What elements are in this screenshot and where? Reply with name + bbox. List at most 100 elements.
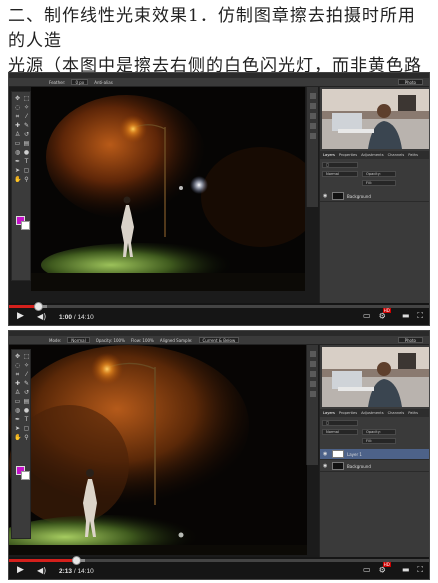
gradient-tool-icon[interactable]: ▤	[23, 140, 30, 147]
brush-tool-icon[interactable]: ✎	[23, 380, 30, 387]
opacity-field[interactable]: Opacity:	[362, 171, 396, 177]
gradient-tool-icon[interactable]: ▤	[23, 398, 30, 405]
settings-icon[interactable]: ⚙HD	[379, 308, 394, 321]
volume-icon[interactable]: ◀)	[37, 311, 46, 322]
blur-tool-icon[interactable]: ◍	[14, 407, 21, 414]
anti-alias-checkbox[interactable]: Anti-alias	[94, 80, 113, 85]
actions-panel-icon[interactable]	[309, 113, 316, 119]
tab-channels[interactable]: Channels	[388, 411, 405, 415]
aligned-sample-label[interactable]: Aligned Sample:	[160, 338, 193, 343]
mode-select[interactable]: Normal	[67, 337, 90, 343]
workspace-preset[interactable]: Photo	[397, 79, 423, 85]
path-select-icon[interactable]: ➤	[14, 425, 21, 432]
brush-tool-icon[interactable]: ✎	[23, 122, 30, 129]
type-tool-icon[interactable]: T	[23, 158, 30, 165]
tab-properties[interactable]: Properties	[339, 411, 357, 415]
fill-field[interactable]: Fill:	[362, 180, 396, 186]
volume-icon[interactable]: ◀)	[37, 565, 46, 576]
tab-channels[interactable]: Channels	[388, 153, 405, 157]
brush-panel-icon[interactable]	[309, 123, 316, 129]
visibility-eye-icon[interactable]: ◉	[323, 193, 329, 199]
layer-filter-select[interactable]: ◻	[322, 162, 358, 168]
history-panel-icon[interactable]	[309, 93, 316, 99]
tab-layers[interactable]: Layers	[323, 411, 335, 415]
wand-tool-icon[interactable]: ✧	[23, 104, 30, 111]
theater-icon[interactable]: ▬	[402, 565, 410, 574]
character-panel-icon[interactable]	[309, 133, 316, 139]
progress-bar[interactable]	[9, 302, 429, 311]
path-select-icon[interactable]: ➤	[14, 167, 21, 174]
history-brush-icon[interactable]: ↺	[23, 131, 30, 138]
visibility-eye-icon[interactable]: ◉	[323, 451, 329, 457]
hand-tool-icon[interactable]: ✋	[14, 176, 21, 183]
brush-panel-icon[interactable]	[309, 381, 316, 387]
hand-tool-icon[interactable]: ✋	[14, 434, 21, 441]
sample-select[interactable]: Current & Below	[198, 337, 240, 343]
tab-adjustments[interactable]: Adjustments	[361, 411, 384, 415]
crop-tool-icon[interactable]: ⌗	[14, 113, 21, 120]
layer-row[interactable]: ◉ Background	[320, 191, 429, 202]
lasso-tool-icon[interactable]: ◌	[14, 104, 21, 111]
document-canvas[interactable]	[9, 345, 307, 555]
type-tool-icon[interactable]: T	[23, 416, 30, 423]
eraser-tool-icon[interactable]: ▭	[14, 398, 21, 405]
progress-bar[interactable]	[9, 556, 429, 565]
eraser-tool-icon[interactable]: ▭	[14, 140, 21, 147]
feather-input[interactable]: 0 px	[71, 79, 89, 85]
wand-tool-icon[interactable]: ✧	[23, 362, 30, 369]
shape-tool-icon[interactable]: ▢	[23, 425, 30, 432]
blend-mode-select[interactable]: Normal	[322, 429, 358, 435]
move-tool-icon[interactable]: ✥	[14, 353, 21, 360]
character-panel-icon[interactable]	[309, 391, 316, 397]
scrubber-handle[interactable]	[72, 556, 82, 565]
captions-icon[interactable]: ▭	[363, 311, 371, 320]
history-brush-icon[interactable]: ↺	[23, 389, 30, 396]
background-color-swatch[interactable]	[21, 471, 30, 480]
healing-tool-icon[interactable]: ✚	[14, 122, 21, 129]
healing-tool-icon[interactable]: ✚	[14, 380, 21, 387]
visibility-eye-icon[interactable]: ◉	[323, 463, 329, 469]
info-panel-icon[interactable]	[309, 103, 316, 109]
layer-row-selected[interactable]: ◉ Layer 1	[320, 449, 429, 460]
pen-tool-icon[interactable]: ✒	[14, 158, 21, 165]
crop-tool-icon[interactable]: ⌗	[14, 371, 21, 378]
eyedropper-tool-icon[interactable]: ⁄	[23, 113, 30, 120]
actions-panel-icon[interactable]	[309, 371, 316, 377]
tab-paths[interactable]: Paths	[408, 411, 418, 415]
captions-icon[interactable]: ▭	[363, 565, 371, 574]
tab-paths[interactable]: Paths	[408, 153, 418, 157]
zoom-tool-icon[interactable]: ⚲	[23, 434, 30, 441]
scrubber-handle[interactable]	[34, 302, 44, 311]
stamp-tool-icon[interactable]: ♙	[14, 389, 21, 396]
zoom-tool-icon[interactable]: ⚲	[23, 176, 30, 183]
pen-tool-icon[interactable]: ✒	[14, 416, 21, 423]
document-canvas[interactable]	[31, 87, 305, 291]
tab-adjustments[interactable]: Adjustments	[361, 153, 384, 157]
opacity-field[interactable]: Opacity:	[362, 429, 396, 435]
fullscreen-icon[interactable]: ⛶	[417, 565, 423, 574]
marquee-tool-icon[interactable]: ⬚	[23, 353, 30, 360]
tab-layers[interactable]: Layers	[323, 153, 335, 157]
marquee-tool-icon[interactable]: ⬚	[23, 95, 30, 102]
eyedropper-tool-icon[interactable]: ⁄	[23, 371, 30, 378]
blend-mode-select[interactable]: Normal	[322, 171, 358, 177]
lasso-tool-icon[interactable]: ◌	[14, 362, 21, 369]
layer-filter-select[interactable]: ◻	[322, 420, 358, 426]
fullscreen-icon[interactable]: ⛶	[417, 311, 423, 320]
workspace-preset[interactable]: Photo	[397, 337, 423, 343]
theater-icon[interactable]: ▬	[402, 311, 410, 320]
shape-tool-icon[interactable]: ▢	[23, 167, 30, 174]
dodge-tool-icon[interactable]: ●	[23, 149, 30, 156]
dodge-tool-icon[interactable]: ●	[23, 407, 30, 414]
play-icon[interactable]: ▶	[17, 565, 24, 576]
layer-row[interactable]: ◉ Background	[320, 461, 429, 472]
blur-tool-icon[interactable]: ◍	[14, 149, 21, 156]
history-panel-icon[interactable]	[309, 351, 316, 357]
stamp-tool-icon[interactable]: ♙	[14, 131, 21, 138]
info-panel-icon[interactable]	[309, 361, 316, 367]
settings-icon[interactable]: ⚙HD	[379, 562, 394, 575]
fill-field[interactable]: Fill:	[362, 438, 396, 444]
tab-properties[interactable]: Properties	[339, 153, 357, 157]
opacity-option[interactable]: Opacity: 100%	[96, 338, 125, 343]
play-icon[interactable]: ▶	[17, 311, 24, 322]
